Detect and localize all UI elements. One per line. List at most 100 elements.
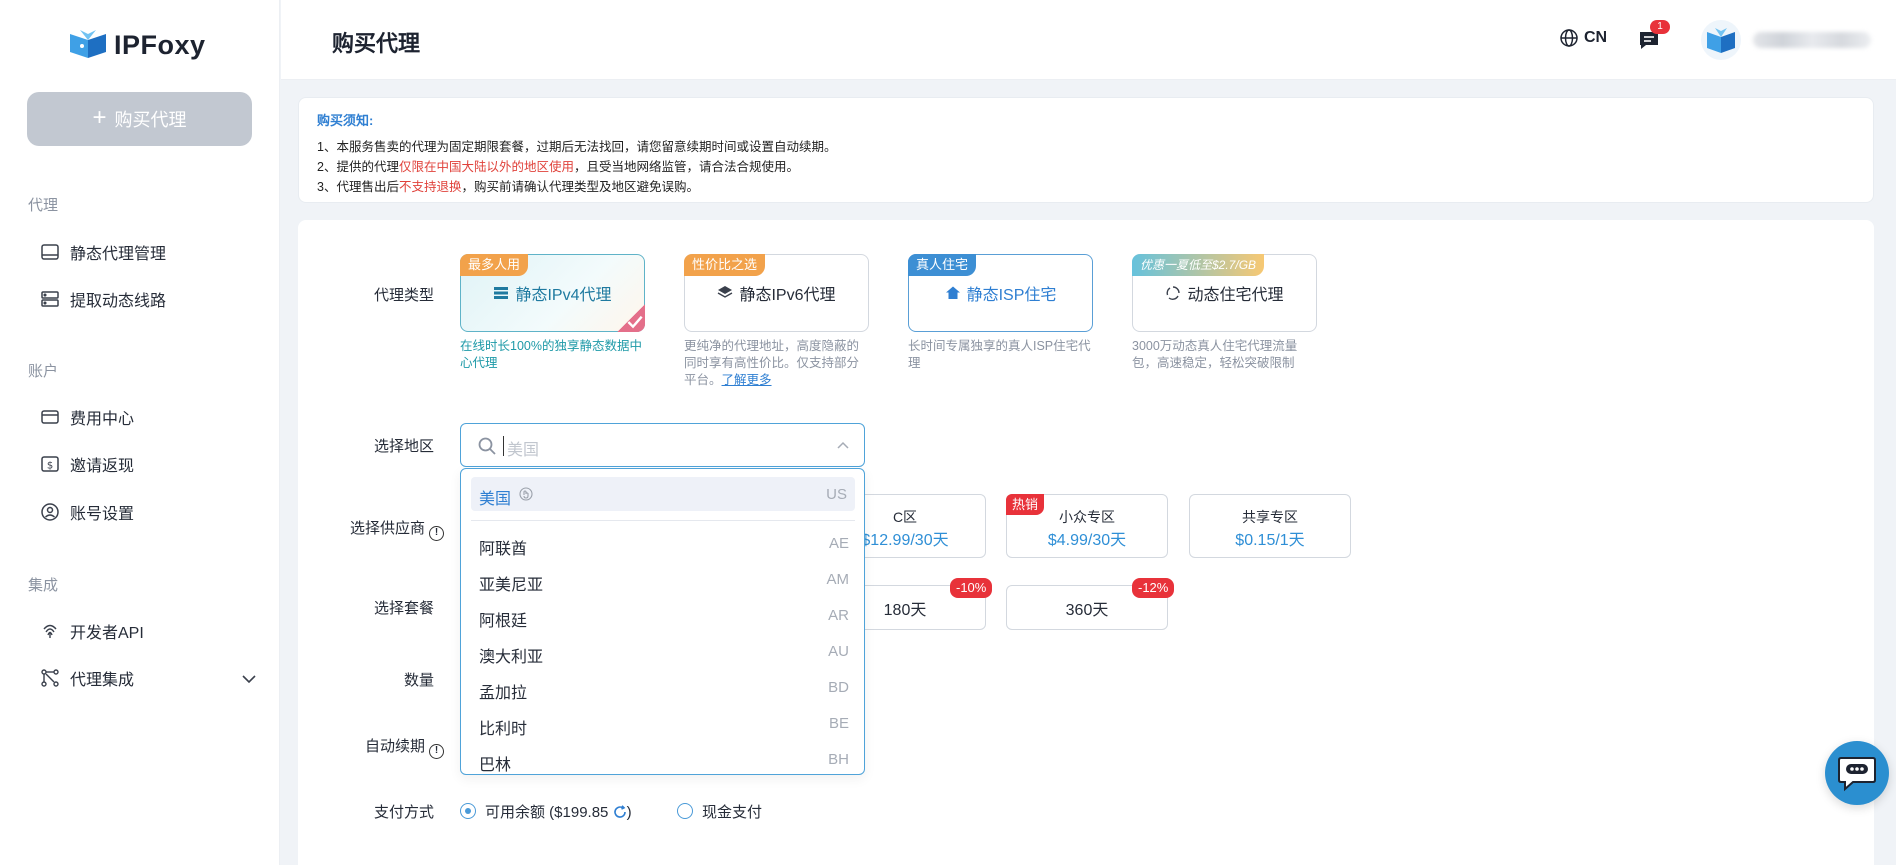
sidebar-item-label: 费用中心 <box>70 411 135 428</box>
sidebar-item-label: 邀请返现 <box>70 458 135 475</box>
buy-proxy-label: 购买代理 <box>114 110 187 130</box>
svg-text:$: $ <box>47 461 53 472</box>
balance-text: 可用余额 ($199.85 <box>485 804 609 821</box>
discount-badge: -12% <box>1132 578 1175 598</box>
payment-balance-radio[interactable] <box>460 803 476 819</box>
logo-icon <box>70 30 106 58</box>
proxy-type-dynamic[interactable]: 优惠一夏低至$2.7/GB 动态住宅代理 <box>1132 254 1317 332</box>
option-name: 美国 <box>479 491 512 508</box>
dropdown-divider <box>471 520 855 521</box>
region-option[interactable]: 巴林 BH <box>479 751 849 774</box>
option-name: 巴林 <box>479 757 512 774</box>
sidebar-item-static-proxy[interactable]: 静态代理管理 <box>40 240 166 264</box>
region-option-selected[interactable]: 美国 US <box>471 477 855 511</box>
payment-cash-radio[interactable] <box>677 803 693 819</box>
username-blurred[interactable] <box>1753 32 1871 48</box>
notice-line-2: 2、提供的代理仅限在中国大陆以外的地区使用，且受当地网络监管，请合法合规使用。 <box>317 157 1855 177</box>
type-name: 动态住宅代理 <box>1187 287 1284 304</box>
region-search-input[interactable]: 美国 <box>507 436 539 460</box>
zone-price: $0.15/1天 <box>1235 532 1305 549</box>
notice-highlight: 不支持退换 <box>398 180 462 194</box>
language-switcher[interactable]: CN <box>1559 28 1607 48</box>
section-title-account: 账户 <box>28 363 59 380</box>
plan-label: 360天 <box>1065 601 1109 619</box>
option-code: BE <box>828 715 849 732</box>
option-name: 孟加拉 <box>479 685 528 702</box>
notice-line-1: 1、本服务售卖的代理为固定期限套餐，过期后无法找回，请您留意续期时间或设置自动续… <box>317 140 837 154</box>
label-text: 自动续期 <box>364 738 425 755</box>
card-icon <box>41 410 59 424</box>
option-code: US <box>826 486 847 503</box>
monitor-icon <box>41 244 59 260</box>
layers-icon <box>718 286 733 298</box>
proxy-type-ipv6[interactable]: 性价比之选 静态IPv6代理 <box>684 254 869 332</box>
option-code: BD <box>828 679 849 696</box>
label-text: 选择供应商 <box>349 520 425 537</box>
region-option[interactable]: 孟加拉 BD <box>479 679 849 709</box>
sidebar-item-label: 账号设置 <box>70 506 135 523</box>
section-title-proxy: 代理 <box>28 197 59 214</box>
learn-more-link[interactable]: 了解更多 <box>722 373 772 387</box>
type-tag: 真人住宅 <box>908 254 977 276</box>
buy-proxy-button[interactable]: + 购买代理 <box>27 92 252 146</box>
label-auto-renew: 自动续期! <box>314 735 444 759</box>
option-name: 阿联酋 <box>479 541 528 558</box>
language-label: CN <box>1584 29 1608 46</box>
sidebar-item-proxy-integration[interactable]: 代理集成 <box>40 666 134 690</box>
provider-zone-shared[interactable]: 共享专区 $0.15/1天 <box>1189 494 1351 558</box>
type-desc: 在线时长100%的独享静态数据中心代理 <box>460 339 642 370</box>
region-option[interactable]: 比利时 BE <box>479 715 849 745</box>
proxy-type-ipv4[interactable]: 最多人用 静态IPv4代理 <box>460 254 645 332</box>
option-code: AR <box>828 607 849 624</box>
option-name: 亚美尼亚 <box>479 577 544 594</box>
refresh-icon[interactable] <box>613 805 627 819</box>
avatar[interactable] <box>1701 20 1741 60</box>
proxy-type-isp[interactable]: 真人住宅 静态ISP住宅 <box>908 254 1093 332</box>
notice-text: ，且受当地网络监管，请合法合规使用。 <box>573 160 799 174</box>
page-title: 购买代理 <box>332 31 421 56</box>
region-select[interactable]: 美国 <box>460 423 865 467</box>
payment-balance-label[interactable]: 可用余额 ($199.85 ) <box>485 801 632 822</box>
info-icon[interactable]: ! <box>429 526 444 541</box>
region-option[interactable]: 亚美尼亚 AM <box>479 571 849 601</box>
region-option[interactable]: 阿根廷 AR <box>479 607 849 637</box>
sidebar-item-billing[interactable]: 费用中心 <box>40 405 134 429</box>
sidebar-item-label: 提取动态线路 <box>70 293 167 310</box>
type-desc: 长时间专属独享的真人ISP住宅代理 <box>908 339 1091 370</box>
sidebar-item-label: 开发者API <box>70 625 144 642</box>
region-option[interactable]: 阿联酋 AE <box>479 535 849 565</box>
label-proxy-type: 代理类型 <box>373 287 434 304</box>
type-tag: 优惠一夏低至$2.7/GB <box>1132 254 1265 276</box>
label-quantity: 数量 <box>403 672 434 689</box>
type-name: 静态IPv4代理 <box>515 287 612 304</box>
label-plan: 选择套餐 <box>373 600 434 617</box>
user-circle-icon <box>41 503 59 521</box>
type-desc: 更纯净的代理地址，高度隐蔽的同时享有高性价比。仅支持部分平台。了解更多 <box>684 338 869 389</box>
logo[interactable]: IPFoxy <box>68 28 206 62</box>
option-name: 比利时 <box>479 721 528 738</box>
option-code: BH <box>828 751 849 768</box>
type-name: 静态ISP住宅 <box>966 287 1057 304</box>
sidebar-item-dynamic-lines[interactable]: 提取动态线路 <box>40 287 166 311</box>
option-code: AE <box>828 535 849 552</box>
fingerprint-icon <box>43 624 57 638</box>
balance-close: ) <box>626 804 632 821</box>
info-icon[interactable]: ! <box>429 744 444 759</box>
option-name: 澳大利亚 <box>479 649 544 666</box>
notice-text: 2、提供的代理 <box>317 160 399 174</box>
provider-zone-niche[interactable]: 热销 小众专区 $4.99/30天 <box>1006 494 1168 558</box>
region-option[interactable]: 澳大利亚 AU <box>479 643 849 673</box>
notice-line-3: 3、代理售出后不支持退换，购买前请确认代理类型及地区避免误购。 <box>317 177 1855 197</box>
integration-icon <box>41 669 59 687</box>
sidebar-item-developer-api[interactable]: 开发者API <box>40 619 144 643</box>
chevron-down-icon[interactable] <box>240 670 258 688</box>
zone-price: $4.99/30天 <box>1047 532 1127 549</box>
notice-text: ，购买前请确认代理类型及地区避免误购。 <box>461 180 699 194</box>
sidebar-item-account-settings[interactable]: 账号设置 <box>40 500 134 524</box>
purchase-notice: 购买须知: 1、本服务售卖的代理为固定期限套餐，过期后无法找回，请您留意续期时间… <box>298 97 1874 203</box>
sidebar-item-referral[interactable]: $ 邀请返现 <box>40 452 134 476</box>
chat-support-button[interactable] <box>1825 741 1889 805</box>
payment-cash-label[interactable]: 现金支付 <box>702 801 762 822</box>
type-tag: 最多人用 <box>460 254 529 276</box>
zone-name: 小众专区 <box>1059 509 1115 525</box>
